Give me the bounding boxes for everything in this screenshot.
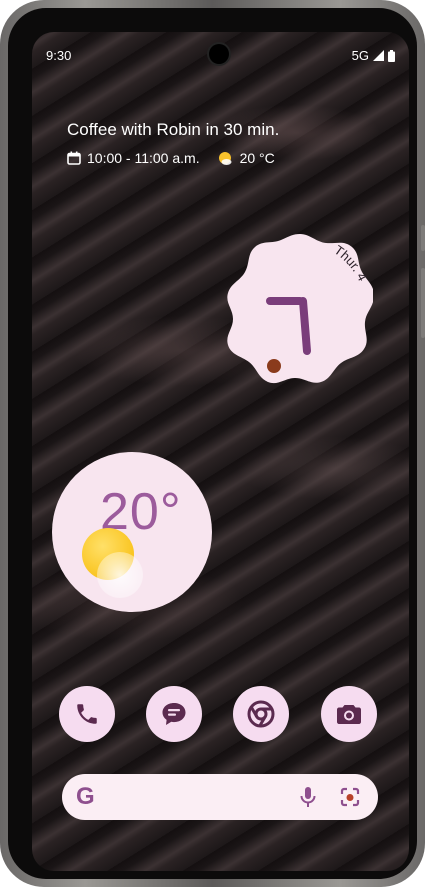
glance-event-title[interactable]: Coffee with Robin in 30 min. — [67, 120, 279, 140]
status-icons: 5G — [352, 48, 395, 63]
messages-app-button[interactable] — [146, 686, 202, 742]
google-search-bar[interactable]: G — [62, 774, 378, 820]
google-logo: G — [76, 783, 95, 810]
signal-icon — [373, 50, 384, 61]
glance-details[interactable]: 10:00 - 11:00 a.m. 20 °C — [67, 150, 275, 166]
google-lens-icon[interactable] — [338, 785, 362, 809]
glance-temperature: 20 °C — [239, 150, 275, 166]
clock-hour-hand — [299, 297, 311, 355]
weather-widget[interactable]: 20° — [52, 452, 212, 612]
front-camera — [209, 44, 229, 64]
chrome-icon — [247, 700, 275, 728]
chrome-app-button[interactable] — [233, 686, 289, 742]
phone-icon — [77, 704, 97, 724]
network-label: 5G — [351, 48, 369, 63]
calendar-icon — [67, 151, 81, 165]
battery-icon — [388, 49, 395, 62]
volume-button — [421, 268, 425, 338]
phone-app-button[interactable] — [59, 686, 115, 742]
home-screen: 9:30 5G Coffee with Robin in 30 min. 10:… — [32, 32, 409, 871]
camera-app-button[interactable] — [321, 686, 377, 742]
clock-widget-face: Thur. 4 — [227, 234, 375, 384]
clock-second-dot — [267, 359, 281, 373]
messages-icon — [162, 703, 186, 725]
phone-bezel: 9:30 5G Coffee with Robin in 30 min. 10:… — [8, 8, 417, 879]
partly-sunny-icon — [218, 152, 232, 165]
camera-icon — [337, 705, 361, 724]
cloud-icon — [97, 552, 143, 598]
clock-widget[interactable]: Thur. 4 — [227, 232, 375, 394]
status-time: 9:30 — [46, 48, 72, 63]
power-button — [421, 225, 425, 251]
phone-frame: 9:30 5G Coffee with Robin in 30 min. 10:… — [0, 0, 425, 887]
app-dock — [59, 686, 379, 742]
microphone-icon[interactable] — [296, 785, 320, 809]
event-time-label: 10:00 - 11:00 a.m. — [87, 150, 200, 166]
